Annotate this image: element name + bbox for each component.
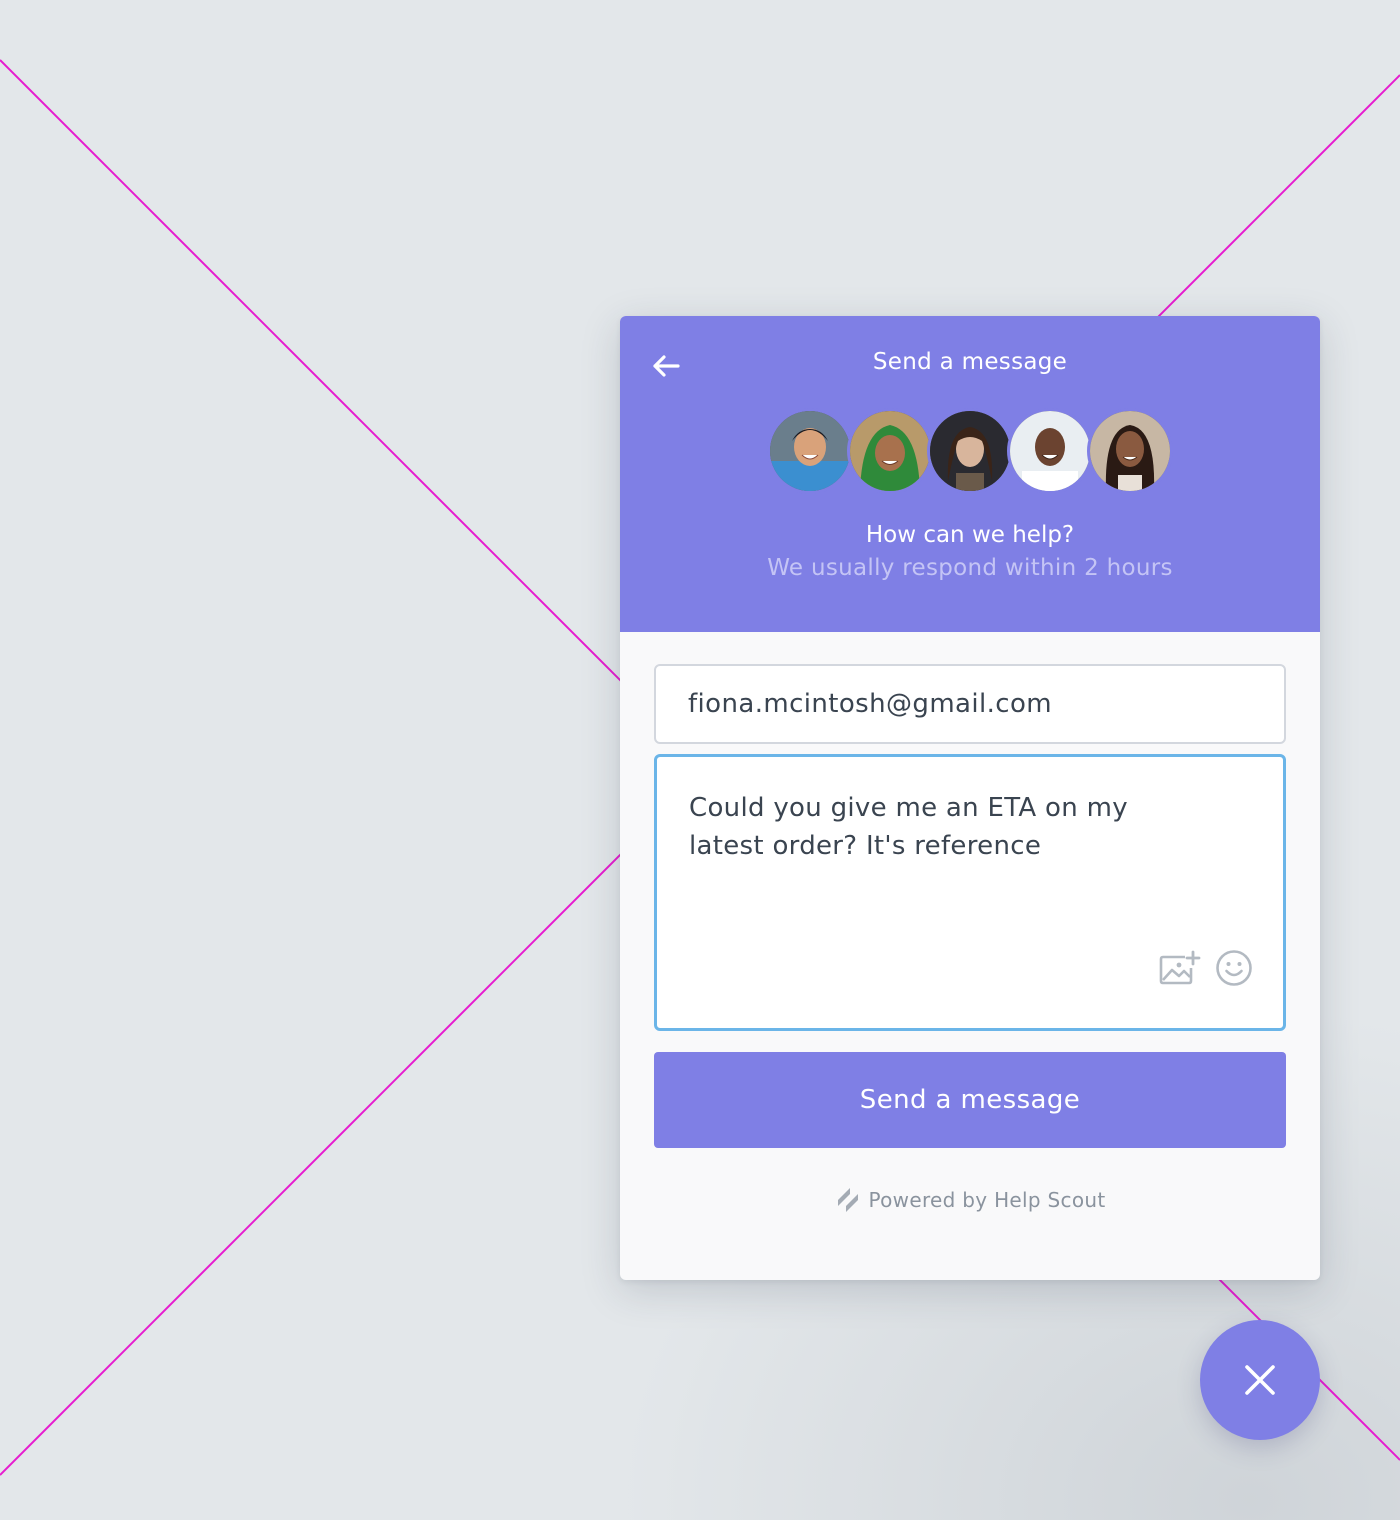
send-message-button[interactable]: Send a message xyxy=(654,1052,1286,1148)
emoji-icon xyxy=(1216,950,1252,986)
response-time-text: We usually respond within 2 hours xyxy=(767,555,1173,581)
avatar xyxy=(847,408,933,494)
avatar xyxy=(767,408,853,494)
avatar xyxy=(1007,408,1093,494)
avatar xyxy=(927,408,1013,494)
add-image-icon xyxy=(1159,950,1201,985)
email-value: fiona.mcintosh@gmail.com xyxy=(688,689,1053,719)
avatar xyxy=(1087,408,1173,494)
add-image-button[interactable] xyxy=(1159,950,1201,997)
powered-by-text: Powered by Help Scout xyxy=(868,1188,1106,1212)
emoji-button[interactable] xyxy=(1215,949,1253,998)
help-scout-logo-icon xyxy=(837,1188,858,1212)
message-textarea[interactable]: Could you give me an ETA on my latest or… xyxy=(654,754,1286,1031)
team-avatars xyxy=(620,408,1320,494)
close-icon xyxy=(1245,1365,1275,1395)
beacon-widget: Send a message How can we help? We usual… xyxy=(620,316,1320,1280)
email-field[interactable]: fiona.mcintosh@gmail.com xyxy=(654,664,1286,744)
message-field-icons xyxy=(1159,949,1253,998)
header-title: Send a message xyxy=(872,349,1068,375)
send-message-label: Send a message xyxy=(859,1085,1081,1115)
powered-by[interactable]: Powered by Help Scout xyxy=(620,1186,1320,1214)
close-beacon-button[interactable] xyxy=(1200,1320,1320,1440)
message-value: Could you give me an ETA on my latest or… xyxy=(689,793,1128,861)
widget-header: Send a message How can we help? We usual… xyxy=(620,316,1320,632)
help-title: How can we help? xyxy=(865,522,1075,548)
